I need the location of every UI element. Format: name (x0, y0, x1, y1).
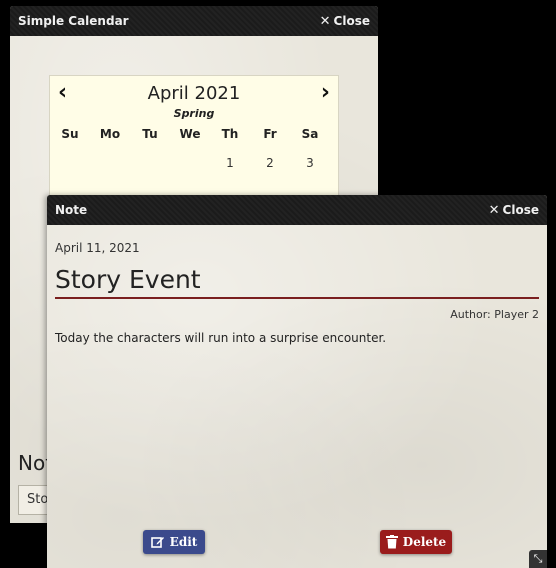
note-window-header[interactable]: Note ✕ Close (47, 195, 547, 225)
note-date: April 11, 2021 (55, 241, 140, 255)
day-cell (130, 143, 170, 183)
calendar-close-label: Close (333, 14, 370, 28)
calendar-window-header[interactable]: Simple Calendar ✕ Close (10, 6, 378, 36)
day-cell (50, 143, 90, 183)
month-title: April 2021 (147, 83, 241, 104)
weekday-label: Tu (142, 127, 158, 141)
close-icon: ✕ (488, 202, 500, 218)
calendar-close-button[interactable]: ✕ Close (320, 14, 370, 28)
calendar-header: ‹ April 2021 › (50, 76, 338, 112)
day-cell[interactable]: 2 (250, 143, 290, 183)
edit-button[interactable]: Edit (143, 530, 205, 554)
weekday-label: Sa (301, 127, 319, 141)
chevron-left-icon[interactable]: ‹ (58, 82, 67, 104)
weekday-label: We (179, 127, 201, 141)
note-window-body: April 11, 2021 Story Event Author: Playe… (47, 225, 547, 568)
note-close-label: Close (502, 203, 539, 217)
day-cell (170, 143, 210, 183)
resize-icon[interactable]: ⤡ (529, 550, 547, 568)
delete-button[interactable]: Delete (380, 530, 452, 554)
note-title: Story Event (55, 263, 539, 299)
note-window-title: Note (55, 203, 88, 217)
day-cell (90, 143, 130, 183)
note-content: Today the characters will run into a sur… (55, 331, 387, 345)
calendar-window-title: Simple Calendar (18, 14, 129, 28)
trash-icon (385, 535, 398, 549)
weekday-label: Th (221, 127, 239, 141)
note-window: Note ✕ Close April 11, 2021 Story Event … (47, 195, 547, 568)
weekday-label: Su (61, 127, 79, 141)
weekday-label: Fr (263, 127, 277, 141)
day-cell[interactable]: 3 (290, 143, 330, 183)
close-icon: ✕ (319, 13, 331, 29)
note-author: Author: Player 2 (450, 308, 539, 321)
note-close-button[interactable]: ✕ Close (489, 203, 539, 217)
edit-label: Edit (169, 535, 198, 549)
edit-icon (150, 537, 164, 548)
day-cell[interactable]: 1 (210, 143, 250, 183)
weekday-header-row: Su Mo Tu We Th Fr Sa (50, 127, 338, 141)
weekday-label: Mo (99, 127, 121, 141)
delete-label: Delete (402, 535, 447, 549)
chevron-right-icon[interactable]: › (321, 82, 330, 104)
